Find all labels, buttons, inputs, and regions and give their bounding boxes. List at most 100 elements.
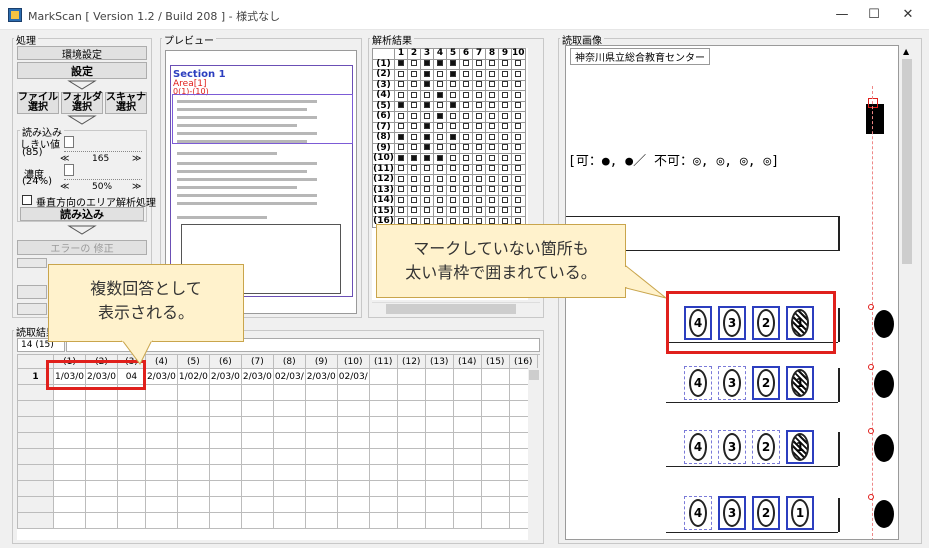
grid-cell[interactable] [480, 496, 510, 513]
grid-column-header[interactable]: (6) [208, 354, 242, 369]
grid-cell[interactable]: 2/03/0 [144, 368, 178, 385]
grid-cell[interactable] [396, 480, 426, 497]
grid-cell[interactable] [304, 496, 338, 513]
grid-cell[interactable] [240, 464, 274, 481]
grid-cell[interactable] [304, 448, 338, 465]
grid-column-header[interactable]: (11) [368, 354, 398, 369]
grid-column-header[interactable]: (13) [424, 354, 454, 369]
grid-cell[interactable] [424, 448, 454, 465]
grid-cell[interactable] [176, 512, 210, 529]
file-select-button[interactable]: ファイル 選択 [17, 92, 59, 114]
grid-cell[interactable] [116, 432, 146, 449]
grid-column-header[interactable]: (16) [508, 354, 538, 369]
analysis-hscroll-thumb[interactable] [386, 304, 516, 314]
grid-cell[interactable] [480, 384, 510, 401]
image-scrollbar[interactable]: ▲ [900, 45, 914, 540]
grid-cell[interactable] [84, 416, 118, 433]
grid-cell[interactable] [304, 512, 338, 529]
grid-cell[interactable] [144, 480, 178, 497]
scanner-select-button[interactable]: スキャナ 選択 [105, 92, 147, 114]
grid-cell[interactable] [144, 496, 178, 513]
grid-cell[interactable] [452, 496, 482, 513]
grid-cell[interactable] [480, 464, 510, 481]
grid-cell[interactable] [480, 432, 510, 449]
grid-cell[interactable] [396, 448, 426, 465]
grid-cell[interactable] [368, 512, 398, 529]
grid-row-header[interactable] [17, 480, 54, 497]
grid-cell[interactable]: 02/03/ [272, 368, 306, 385]
grid-cell[interactable] [368, 432, 398, 449]
grid-cell[interactable] [116, 416, 146, 433]
grid-cell[interactable] [208, 512, 242, 529]
grid-cell[interactable] [144, 448, 178, 465]
grid-cell[interactable] [208, 416, 242, 433]
threshold-slider-thumb[interactable] [64, 136, 74, 148]
grid-cell[interactable] [116, 496, 146, 513]
grid-cell[interactable] [396, 432, 426, 449]
grid-cell[interactable] [452, 432, 482, 449]
grid-cell[interactable] [336, 496, 370, 513]
grid-cell[interactable] [208, 480, 242, 497]
grid-cell[interactable] [304, 480, 338, 497]
grid-cell[interactable] [424, 496, 454, 513]
grid-cell[interactable] [480, 448, 510, 465]
grid-column-header[interactable]: (9) [304, 354, 338, 369]
density-slider-left[interactable]: ≪ [60, 182, 69, 192]
grid-column-header[interactable]: (10) [336, 354, 370, 369]
results-scrollbar[interactable] [528, 368, 540, 540]
grid-cell[interactable] [452, 464, 482, 481]
grid-cell[interactable] [424, 368, 454, 385]
grid-column-header[interactable]: (17 [536, 354, 540, 369]
folder-select-button[interactable]: フォルダ 選択 [61, 92, 103, 114]
grid-cell[interactable] [144, 464, 178, 481]
threshold-slider[interactable] [64, 140, 142, 152]
grid-cell[interactable] [208, 432, 242, 449]
density-slider-right[interactable]: ≫ [132, 182, 141, 192]
grid-cell[interactable] [144, 432, 178, 449]
grid-cell[interactable] [116, 512, 146, 529]
grid-cell[interactable]: 2/03/0 [240, 368, 274, 385]
grid-cell[interactable] [368, 448, 398, 465]
grid-cell[interactable] [396, 400, 426, 417]
grid-cell[interactable] [116, 464, 146, 481]
grid-cell[interactable] [176, 432, 210, 449]
grid-cell[interactable]: 1/02/0 [176, 368, 210, 385]
grid-cell[interactable] [304, 384, 338, 401]
grid-cell[interactable] [272, 432, 306, 449]
density-slider[interactable] [64, 168, 142, 180]
grid-cell[interactable] [116, 480, 146, 497]
grid-row-header[interactable] [17, 432, 54, 449]
grid-cell[interactable] [84, 448, 118, 465]
grid-cell[interactable] [396, 512, 426, 529]
grid-cell[interactable] [480, 368, 510, 385]
grid-cell[interactable] [84, 432, 118, 449]
grid-row-header[interactable] [17, 512, 54, 529]
grid-cell[interactable] [304, 432, 338, 449]
grid-column-header[interactable]: (15) [480, 354, 510, 369]
image-scroll-thumb[interactable] [902, 59, 912, 264]
grid-cell[interactable] [53, 464, 86, 481]
grid-cell[interactable] [452, 448, 482, 465]
grid-cell[interactable] [424, 384, 454, 401]
grid-cell[interactable] [272, 480, 306, 497]
grid-cell[interactable] [452, 368, 482, 385]
grid-cell[interactable] [53, 400, 86, 417]
grid-cell[interactable] [272, 512, 306, 529]
grid-cell[interactable] [336, 480, 370, 497]
grid-cell[interactable] [336, 416, 370, 433]
grid-cell[interactable] [424, 480, 454, 497]
grid-cell[interactable] [304, 416, 338, 433]
grid-cell[interactable] [336, 400, 370, 417]
grid-cell[interactable] [336, 448, 370, 465]
grid-cell[interactable] [240, 480, 274, 497]
grid-cell[interactable] [208, 464, 242, 481]
grid-cell[interactable] [84, 512, 118, 529]
grid-column-header[interactable]: (14) [452, 354, 482, 369]
grid-cell[interactable] [336, 464, 370, 481]
grid-cell[interactable] [176, 384, 210, 401]
grid-cell[interactable] [424, 400, 454, 417]
grid-cell[interactable] [368, 416, 398, 433]
grid-column-header[interactable]: (8) [272, 354, 306, 369]
grid-cell[interactable] [336, 384, 370, 401]
grid-cell[interactable] [53, 496, 86, 513]
